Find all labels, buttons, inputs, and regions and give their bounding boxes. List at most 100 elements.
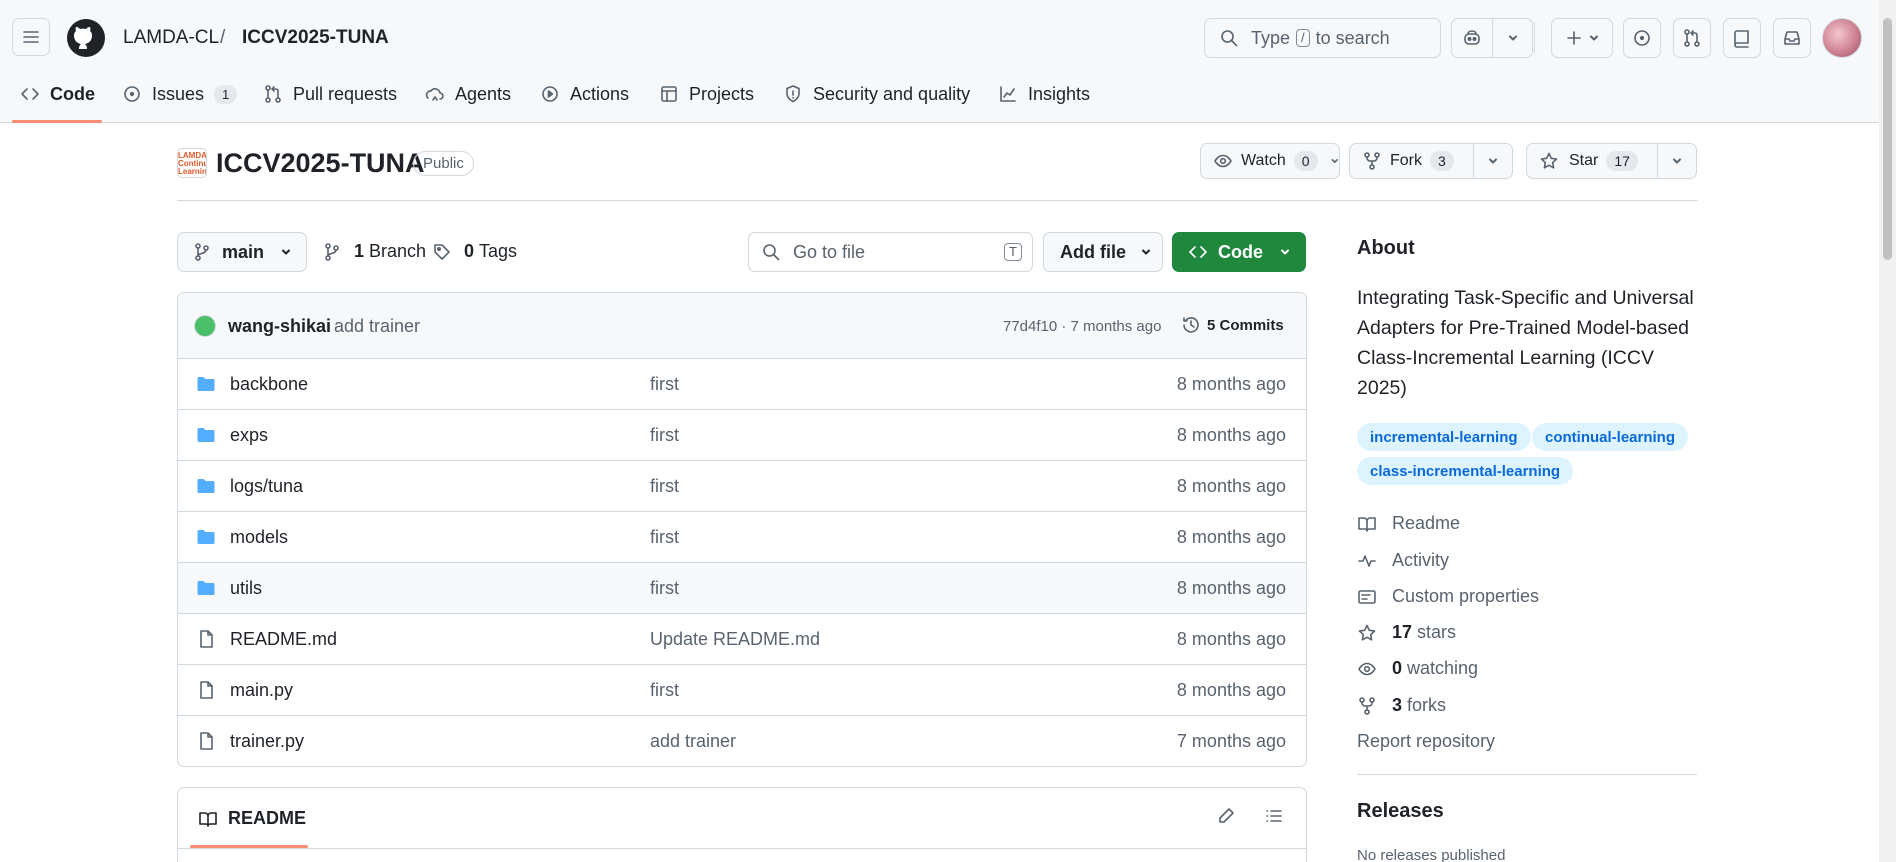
table-row[interactable]: models first 8 months ago [178,512,1306,563]
scrollbar-thumb[interactable] [1883,18,1892,260]
tab-label: Agents [455,83,512,104]
custom-properties-link[interactable]: Custom properties [1357,586,1539,607]
table-row[interactable]: README.md Update README.md 8 months ago [178,614,1306,665]
page-scrollbar[interactable] [1879,0,1896,862]
commit-message[interactable]: add trainer [334,316,420,337]
report-repository-link[interactable]: Report repository [1357,731,1495,752]
file-commit-date: 8 months ago [1176,374,1286,394]
table-row[interactable]: exps first 8 months ago [178,410,1306,461]
tags-link[interactable]: 0 Tags [432,241,517,262]
file-commit-message[interactable]: first [650,374,679,395]
menu-button[interactable] [12,18,50,56]
watchers-link[interactable]: 0 watching [1357,658,1478,679]
code-label: Code [1218,241,1263,262]
history-icon [1183,317,1199,333]
tab-security[interactable]: Security and quality [783,80,970,108]
branch-count: 1 [354,241,365,261]
tab-pull-requests[interactable]: Pull requests [263,80,397,108]
branch-selector[interactable]: main [177,232,307,272]
table-row[interactable]: backbone first 8 months ago [178,359,1306,410]
tab-insights[interactable]: Insights [998,80,1090,108]
file-commit-message[interactable]: first [650,476,679,497]
file-name[interactable]: exps [230,425,268,446]
fork-icon [1359,696,1375,715]
file-name[interactable]: models [230,527,288,548]
tab-issues[interactable]: Issues 1 [122,80,238,108]
topic-tag[interactable]: continual-learning [1532,423,1689,451]
star-button[interactable]: Star 17 [1526,143,1697,179]
book-icon [199,811,217,827]
file-commit-message[interactable]: add trainer [650,731,736,752]
tag-count: 0 [464,241,475,261]
fork-button[interactable]: Fork 3 [1349,143,1513,179]
table-row[interactable]: main.py first 8 months ago [178,665,1306,716]
graph-icon [1000,86,1016,102]
user-avatar[interactable] [1822,18,1862,58]
stars-link[interactable]: 17 stars [1357,622,1456,643]
report-label: Report repository [1357,731,1496,751]
table-row[interactable]: logs/tuna first 8 months ago [178,461,1306,512]
search-input[interactable]: Type / to search [1204,18,1441,58]
create-new-button[interactable] [1551,18,1613,58]
fork-dropdown[interactable] [1472,144,1512,178]
topic-tag[interactable]: incremental-learning [1357,423,1531,451]
pull-requests-button[interactable] [1673,18,1711,58]
chevron-down-icon [1508,35,1517,41]
tab-agents[interactable]: Agents [425,80,511,108]
activity-link[interactable]: Activity [1357,550,1449,571]
copilot-icon [1464,30,1480,45]
breadcrumb-owner[interactable]: LAMDA-CL [123,27,219,49]
star-dropdown[interactable] [1656,144,1696,178]
readme-link-label: Readme [1392,513,1461,533]
file-name[interactable]: utils [230,578,262,599]
branch-label: Branch [369,241,427,261]
file-name[interactable]: logs/tuna [230,476,303,497]
search-shortcut-key: / [1296,29,1310,47]
branches-link[interactable]: 1 Branch [322,241,426,262]
github-logo-icon[interactable] [66,18,106,58]
commit-hash[interactable]: 77d4f10 · 7 months ago [1003,318,1161,335]
file-commit-message[interactable]: first [650,425,679,446]
tab-projects[interactable]: Projects [659,80,754,108]
commits-link[interactable]: 5 Commits [1181,315,1284,335]
header-divider [1534,22,1535,52]
go-to-file-shortcut: T [1004,243,1022,261]
file-commit-message[interactable]: first [650,578,679,599]
repo-owner-avatar[interactable]: LAMDA Continual Learning [177,148,207,178]
file-name[interactable]: README.md [230,629,337,650]
repositories-button[interactable] [1723,18,1761,58]
table-row[interactable]: utils first 8 months ago [178,563,1306,614]
tab-actions[interactable]: Actions [540,80,629,108]
star-count: 17 [1606,151,1638,171]
file-commit-message[interactable]: first [650,680,679,701]
copilot-button[interactable] [1451,18,1533,58]
issues-button[interactable] [1623,18,1661,58]
outline-list-icon[interactable] [1264,806,1284,826]
topic-tag[interactable]: class-incremental-learning [1357,457,1574,485]
code-icon [21,88,39,100]
releases-heading[interactable]: Releases [1357,800,1444,823]
watching-count: 0 [1392,658,1403,678]
file-commit-message[interactable]: Update README.md [650,629,820,650]
breadcrumb-repo[interactable]: ICCV2025-TUNA [242,27,389,49]
inbox-button[interactable] [1773,18,1811,58]
file-commit-message[interactable]: first [650,527,679,548]
code-button[interactable]: Code [1172,232,1306,272]
file-name[interactable]: trainer.py [230,731,304,752]
file-name[interactable]: main.py [230,680,293,701]
go-to-file-input[interactable]: Go to file T [748,232,1033,272]
commit-author[interactable]: wang-shikai [228,316,331,337]
repo-title[interactable]: ICCV2025-TUNA [216,148,425,179]
about-heading: About [1357,237,1415,259]
watch-button[interactable]: Watch 0 [1200,143,1340,179]
tab-code[interactable]: Code [20,80,95,108]
pencil-icon[interactable] [1216,806,1236,826]
add-file-button[interactable]: Add file [1043,232,1163,272]
file-name[interactable]: backbone [230,374,308,395]
forks-link[interactable]: 3 forks [1357,695,1446,716]
avatar[interactable] [194,315,216,337]
plus-icon [1567,31,1581,45]
table-row[interactable]: trainer.py add trainer 7 months ago [178,716,1306,766]
readme-link[interactable]: Readme [1357,513,1460,534]
readme-tab[interactable]: README [198,808,306,829]
